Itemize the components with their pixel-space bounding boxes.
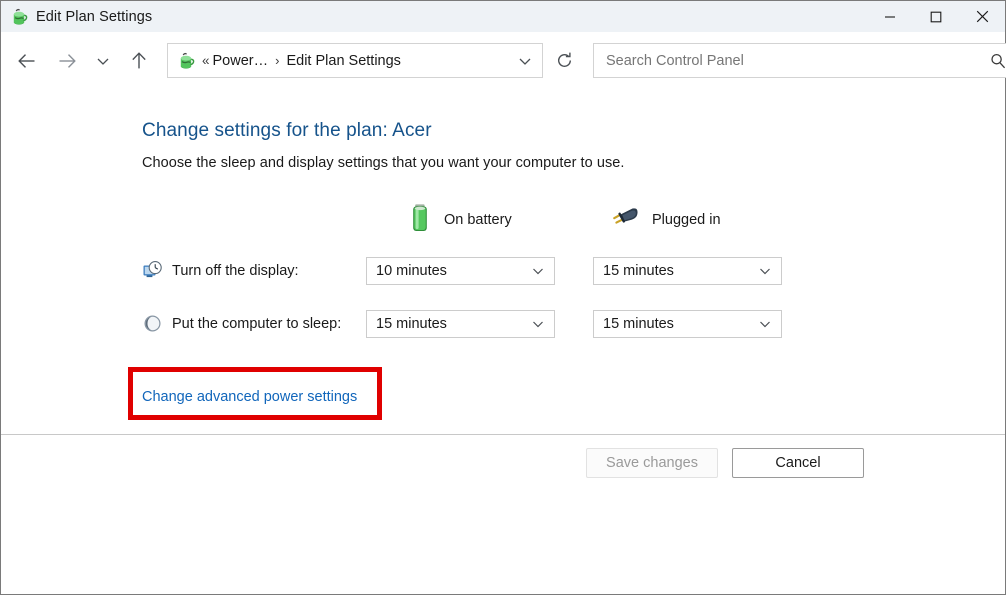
sleep-moon-icon [142,313,163,334]
row-label-cell-sleep: Put the computer to sleep: [142,297,366,350]
change-advanced-power-settings-link[interactable]: Change advanced power settings [142,389,357,405]
page-subtitle: Choose the sleep and display settings th… [142,155,625,171]
chevron-down-icon[interactable] [531,264,545,278]
select-value-sleep-on-battery: 15 minutes [376,315,447,332]
chevron-down-icon[interactable] [508,44,542,77]
power-plan-icon [10,8,28,26]
breadcrumb-item-power[interactable]: Power… [213,53,269,69]
header-spacer-cell [142,196,366,244]
minimize-button[interactable] [867,1,913,32]
content-area: Change settings for the plan: Acer Choos… [1,89,1005,434]
select-display-plugged-in[interactable]: 15 minutes [593,256,782,285]
header-cell-plugged-in: Plugged in [574,196,782,244]
cell-sleep-battery: 15 minutes [366,297,574,350]
power-plan-icon [177,52,195,70]
battery-icon [408,203,432,238]
title-bar: Edit Plan Settings [1,1,1005,32]
search-icon[interactable] [980,44,1006,77]
chevron-down-icon[interactable] [758,264,772,278]
select-value-display-on-battery: 10 minutes [376,262,447,279]
row-label-turn-off-display: Turn off the display: [172,262,299,279]
select-value-sleep-plugged-in: 15 minutes [603,315,674,332]
row-label-sleep: Put the computer to sleep: [172,315,342,332]
table-header-row: On battery Plugged in [142,196,782,244]
breadcrumb-separator: › [275,53,280,68]
search-box[interactable] [593,43,1006,78]
cell-sleep-plugged: 15 minutes [574,297,782,350]
up-button[interactable] [119,41,159,81]
page-title: Change settings for the plan: Acer [142,120,432,141]
power-plug-icon [610,205,640,236]
display-clock-icon [142,260,163,281]
chevron-down-icon[interactable] [531,317,545,331]
chevron-down-icon[interactable] [758,317,772,331]
select-sleep-on-battery[interactable]: 15 minutes [366,309,555,338]
select-display-on-battery[interactable]: 10 minutes [366,256,555,285]
breadcrumb-overflow[interactable]: « [202,53,210,68]
cancel-button[interactable]: Cancel [732,448,864,478]
row-label-cell-turn-off-display: Turn off the display: [142,244,366,297]
edit-plan-settings-window: Edit Plan Settings « Power… › Edit Plan … [0,0,1006,595]
advanced-settings-row: Change advanced power settings [142,388,1005,416]
maximize-button[interactable] [913,1,959,32]
select-sleep-plugged-in[interactable]: 15 minutes [593,309,782,338]
breadcrumb-item-edit-plan-settings[interactable]: Edit Plan Settings [286,53,400,69]
cell-display-battery: 10 minutes [366,244,574,297]
window-title: Edit Plan Settings [36,8,153,25]
address-bar[interactable]: « Power… › Edit Plan Settings [167,43,543,78]
table-row: Put the computer to sleep: 15 minutes 15… [142,297,782,350]
column-label-plugged-in: Plugged in [652,212,721,228]
refresh-button[interactable] [545,42,583,80]
footer-bar: Save changes Cancel [1,434,1005,594]
forward-button[interactable] [47,41,87,81]
search-input[interactable] [604,45,980,76]
column-label-on-battery: On battery [444,212,512,228]
window-controls [867,1,1005,32]
recent-locations-button[interactable] [87,41,119,81]
header-cell-on-battery: On battery [366,196,574,244]
footer-buttons: Save changes Cancel [586,448,864,478]
close-button[interactable] [959,1,1005,32]
cell-display-plugged: 15 minutes [574,244,782,297]
navigation-bar: « Power… › Edit Plan Settings [1,32,1006,89]
select-value-display-plugged-in: 15 minutes [603,262,674,279]
power-settings-table: On battery Plugged in Turn off the displ… [142,196,782,350]
back-button[interactable] [7,41,47,81]
save-changes-button[interactable]: Save changes [586,448,718,478]
table-row: Turn off the display: 10 minutes 15 minu… [142,244,782,297]
